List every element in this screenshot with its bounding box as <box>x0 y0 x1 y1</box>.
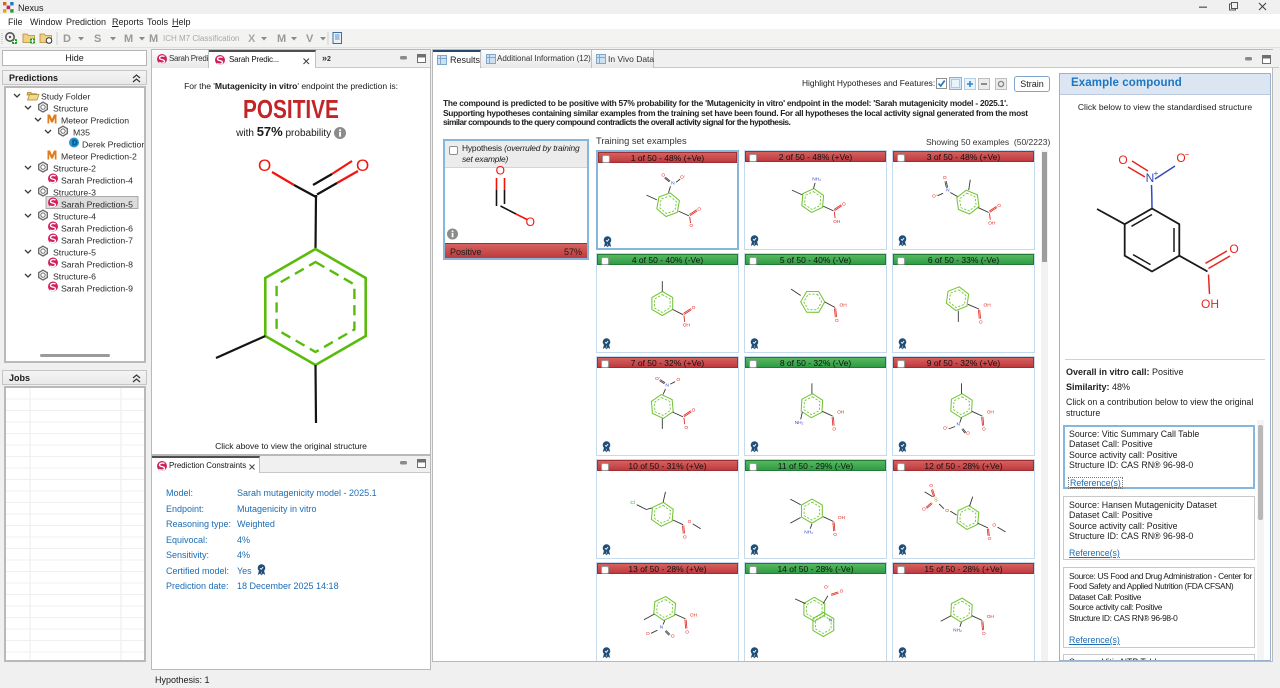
svg-text:ICH M7 Classification: ICH M7 Classification <box>163 34 239 43</box>
svg-text:O: O <box>689 223 693 229</box>
svg-text:O: O <box>1118 153 1127 167</box>
svg-text:−: − <box>1185 150 1190 159</box>
svg-text:M: M <box>149 33 158 45</box>
svg-text:O: O <box>526 215 535 229</box>
svg-text:M: M <box>124 33 133 45</box>
svg-text:Structure: Structure <box>53 104 88 114</box>
svg-text:O: O <box>688 519 692 525</box>
svg-text:N: N <box>946 188 950 194</box>
svg-text:Derek Prediction-: Derek Prediction- <box>82 140 144 150</box>
svg-text:O: O <box>982 427 986 433</box>
svg-text:O: O <box>646 631 650 637</box>
svg-text:OH: OH <box>983 303 991 309</box>
svg-text:Sarah Prediction-6: Sarah Prediction-6 <box>61 224 133 234</box>
svg-text:Meteor Prediction-2: Meteor Prediction-2 <box>61 152 137 162</box>
svg-text:OH: OH <box>987 410 995 416</box>
svg-text:Sarah Prediction-9: Sarah Prediction-9 <box>61 284 133 294</box>
svg-text:O: O <box>685 629 689 635</box>
svg-text:Structure-5: Structure-5 <box>53 248 96 258</box>
svg-text:OH: OH <box>683 323 691 329</box>
svg-text:N: N <box>671 181 675 187</box>
svg-text:O: O <box>835 318 839 324</box>
svg-text:O: O <box>671 633 675 639</box>
svg-text:O': O' <box>943 426 948 432</box>
svg-text:OH: OH <box>1201 297 1219 311</box>
svg-text:O: O <box>1229 242 1238 256</box>
svg-text:O: O <box>988 536 992 542</box>
svg-text:O: O <box>929 483 933 489</box>
svg-text:OH: OH <box>988 221 996 227</box>
svg-text:NH₂: NH₂ <box>795 420 804 426</box>
svg-text:Sarah Prediction-5: Sarah Prediction-5 <box>61 200 133 210</box>
svg-text:Sarah Prediction-8: Sarah Prediction-8 <box>61 260 133 270</box>
svg-text:OH: OH <box>690 613 698 619</box>
svg-text:O: O <box>496 165 505 178</box>
svg-text:O: O <box>833 532 837 538</box>
svg-text:Study Folder: Study Folder <box>41 92 90 102</box>
svg-text:Structure-3: Structure-3 <box>53 188 96 198</box>
svg-text:OH: OH <box>839 303 847 309</box>
svg-text:Structure-4: Structure-4 <box>53 212 96 222</box>
svg-text:O: O <box>842 201 846 207</box>
svg-text:O: O <box>922 506 926 512</box>
svg-text:D: D <box>63 33 71 45</box>
svg-text:Sarah Prediction-7: Sarah Prediction-7 <box>61 236 133 246</box>
svg-text:S: S <box>934 498 938 504</box>
svg-text:O: O <box>692 305 696 311</box>
svg-text:O': O' <box>680 174 685 180</box>
svg-text:O: O <box>966 431 970 437</box>
svg-text:OH: OH <box>838 515 846 521</box>
svg-text:O: O <box>692 407 696 413</box>
svg-text:OH: OH <box>833 219 841 225</box>
svg-text:O: O <box>979 320 983 326</box>
svg-text:N: N <box>957 422 961 428</box>
svg-text:O: O <box>945 508 949 514</box>
svg-text:O': O' <box>932 193 937 199</box>
svg-text:O': O' <box>655 376 660 382</box>
svg-text:N: N <box>660 625 664 631</box>
svg-text:O: O <box>258 156 271 175</box>
svg-text:O: O <box>661 173 665 179</box>
svg-text:NH₂: NH₂ <box>804 530 813 536</box>
svg-text:NH₂: NH₂ <box>812 177 821 183</box>
svg-text:O: O <box>840 589 844 595</box>
svg-text:O: O <box>982 631 986 637</box>
svg-text:O: O <box>684 425 688 431</box>
svg-text:Sarah Prediction-4: Sarah Prediction-4 <box>61 176 133 186</box>
svg-text:O: O <box>832 427 836 433</box>
svg-text:O: O <box>683 534 687 540</box>
svg-text:Structure-2: Structure-2 <box>53 164 96 174</box>
svg-text:X: X <box>248 33 256 45</box>
svg-text:Cl: Cl <box>630 500 635 506</box>
svg-text:O: O <box>943 175 947 181</box>
svg-text:O: O <box>997 203 1001 209</box>
svg-text:Structure-6: Structure-6 <box>53 272 96 282</box>
svg-text:O: O <box>992 522 996 528</box>
svg-text:V: V <box>306 33 314 45</box>
svg-text:S: S <box>94 33 101 45</box>
svg-text:O': O' <box>824 585 829 591</box>
svg-text:O: O <box>697 206 701 212</box>
svg-text:O: O <box>676 377 680 383</box>
svg-text:Meteor Prediction: Meteor Prediction <box>61 116 129 126</box>
svg-text:OH: OH <box>987 614 995 620</box>
svg-text:OH: OH <box>837 410 845 416</box>
svg-text:N: N <box>829 617 833 623</box>
svg-text:M35: M35 <box>73 128 90 138</box>
svg-text:NH₂: NH₂ <box>953 628 962 634</box>
svg-text:N: N <box>665 383 669 389</box>
svg-text:M: M <box>277 33 286 45</box>
